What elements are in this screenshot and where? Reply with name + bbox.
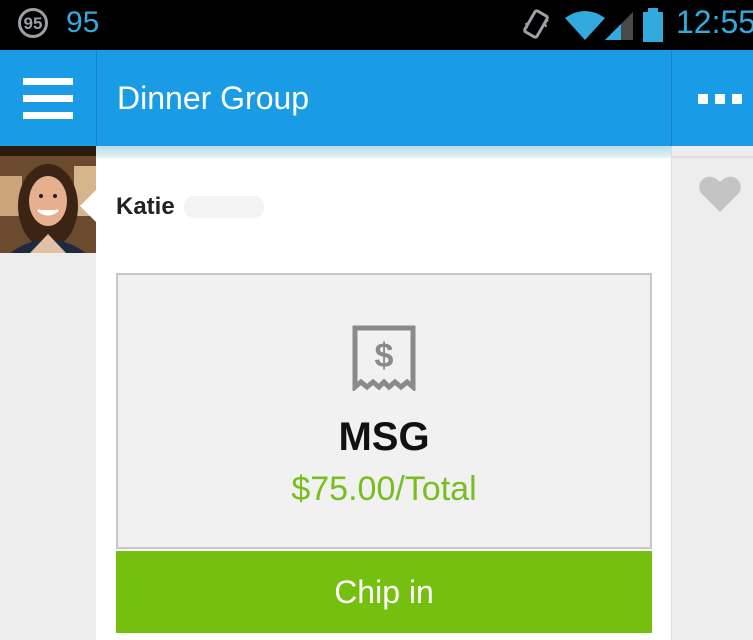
clock: 12:55 (676, 4, 753, 40)
overflow-menu-icon[interactable] (671, 50, 753, 146)
hamburger-menu-icon[interactable] (0, 50, 97, 146)
heart-icon[interactable] (698, 174, 742, 214)
divider (671, 156, 753, 158)
bill-panel[interactable]: $ MSG $75.00/Total (116, 273, 652, 549)
action-bar-shadow (96, 146, 671, 158)
feed-card: Katie $ MSG $75.00/Total Chip in (96, 158, 671, 640)
author-name[interactable]: Katie (116, 193, 175, 221)
receipt-dollar-icon: $ (352, 325, 416, 391)
bill-amount: $75.00/Total (291, 470, 477, 508)
battery-icon (643, 8, 663, 42)
page-title: Dinner Group (117, 80, 310, 116)
action-bar: Dinner Group (0, 50, 753, 146)
svg-text:$: $ (375, 337, 394, 375)
chip-in-button[interactable]: Chip in (116, 551, 652, 633)
notification-badge: 95 (18, 8, 48, 38)
notification-count: 95 (66, 6, 100, 39)
status-bar: 95 95 12:55 (0, 0, 753, 50)
vibrate-icon (523, 9, 549, 39)
card-pointer (80, 190, 96, 222)
right-column (671, 146, 753, 640)
bill-title: MSG (338, 415, 430, 459)
wifi-icon (565, 11, 633, 40)
author-surname-redacted (184, 196, 264, 218)
